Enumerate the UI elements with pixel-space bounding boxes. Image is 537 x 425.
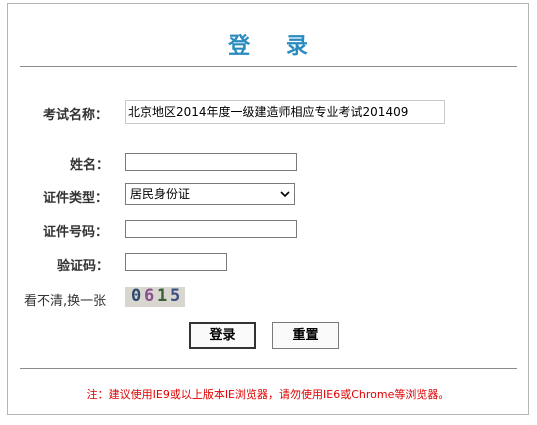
refresh-captcha-link[interactable]: 看不清,换一张 (24, 290, 106, 309)
chevron-down-icon (280, 191, 290, 198)
id-number-label: 证件号码： (43, 225, 109, 240)
browser-note: 注：建议使用IE9或以上版本IE浏览器，请勿使用IE6或Chrome等浏览器。 (86, 388, 450, 401)
login-panel: 登 录 考试名称： 北京地区2014年度一级建造师相应专业考试201409 姓名… (7, 3, 529, 415)
exam-name-label: 考试名称： (43, 108, 109, 123)
id-type-label: 证件类型： (43, 191, 109, 206)
captcha-label: 验证码： (57, 259, 110, 274)
captcha-char: 5 (170, 287, 181, 306)
name-input[interactable] (125, 153, 297, 171)
top-divider (20, 66, 517, 67)
captcha-image[interactable]: 0 6 1 5 (125, 287, 185, 307)
page-title: 登 录 (228, 34, 322, 59)
captcha-char: 1 (157, 287, 168, 306)
captcha-char: 6 (144, 287, 155, 306)
id-type-select[interactable]: 居民身份证 (125, 183, 295, 205)
captcha-char: 0 (131, 287, 142, 306)
exam-name-field: 北京地区2014年度一级建造师相应专业考试201409 (125, 100, 445, 124)
name-label: 姓名： (70, 158, 110, 173)
reset-button[interactable]: 重置 (272, 322, 339, 349)
bottom-divider (20, 368, 517, 369)
id-number-input[interactable] (125, 220, 297, 238)
id-type-selected: 居民身份证 (130, 187, 191, 201)
login-button[interactable]: 登录 (189, 322, 256, 349)
captcha-input[interactable] (125, 253, 227, 271)
